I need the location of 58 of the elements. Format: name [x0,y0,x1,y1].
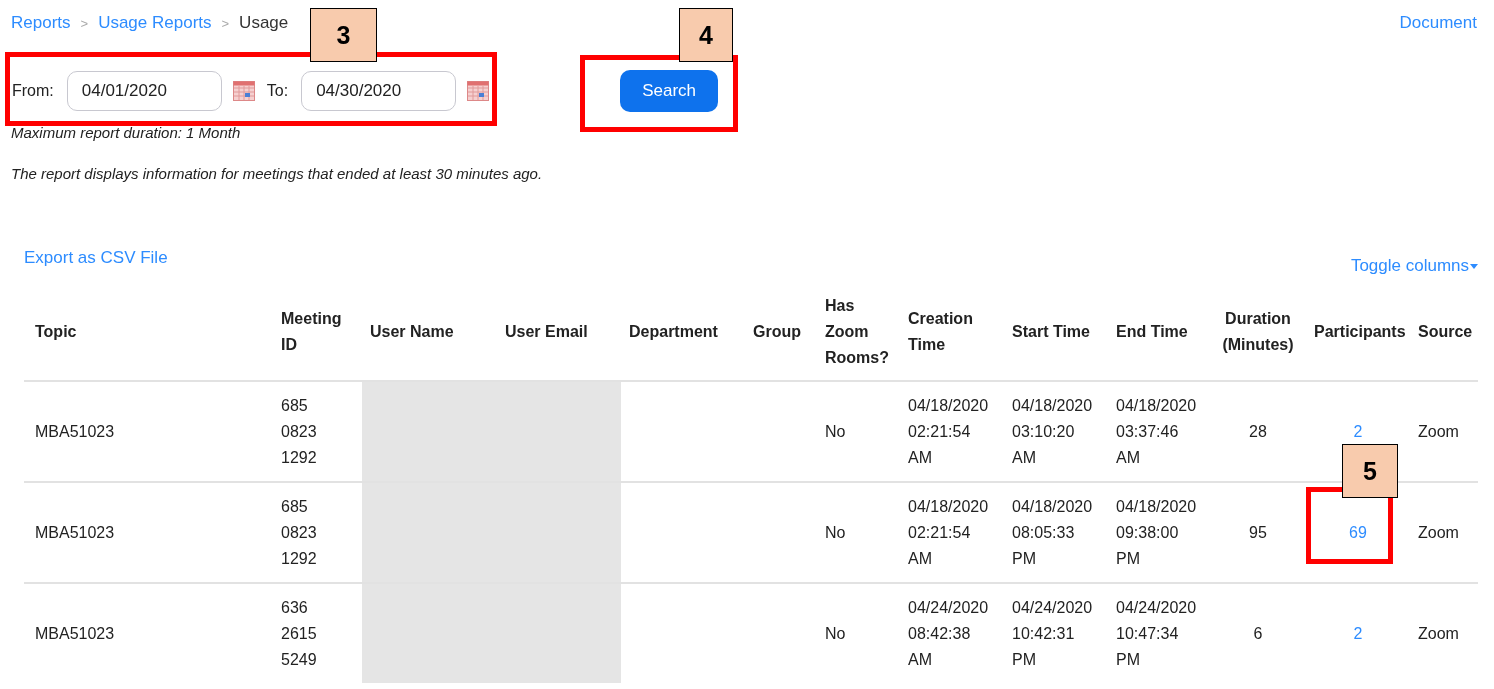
breadcrumb-link[interactable]: Usage Reports [98,13,212,33]
column-header: Has Zoom Rooms? [817,284,900,381]
document-link[interactable]: Document [1399,13,1477,33]
table-cell: 04/18/2020 03:10:20 AM [1004,381,1108,482]
breadcrumb-current: Usage [239,13,289,33]
from-date-field[interactable]: 04/01/2020 [66,71,222,111]
table-cell: No [817,381,900,482]
column-header: Group [745,284,817,381]
to-date-field[interactable]: 04/30/2020 [301,71,457,111]
table-cell: 04/18/2020 08:05:33 PM [1004,482,1108,583]
table-cell: No [817,583,900,683]
table-cell: No [817,482,900,583]
participants-link[interactable]: 69 [1349,523,1367,541]
table-cell: 04/18/2020 09:38:00 PM [1108,482,1210,583]
info-note: The report displays information for meetings that ended at least 30 minutes ago. [10,165,544,182]
table-cell: 6 [1210,583,1306,683]
step-callout: 4 [679,8,733,62]
column-header: Creation Time [900,284,1004,381]
column-header: Topic [24,284,273,381]
table-cell: 04/18/2020 02:21:54 AM [900,482,1004,583]
breadcrumb-link[interactable]: Reports [11,13,71,33]
table-cell: 04/24/2020 08:42:38 AM [900,583,1004,683]
breadcrumb-separator: > [221,15,230,31]
table-cell: 95 [1210,482,1306,583]
column-header: User Name [362,284,497,381]
breadcrumb-separator: > [80,15,89,31]
table-cell: Zoom [1410,583,1478,683]
column-header: Start Time [1004,284,1108,381]
step-callout: 5 [1342,444,1398,498]
step-callout: 3 [310,8,377,62]
toggle-columns-link[interactable]: Toggle columns [1350,256,1478,276]
column-header: Participants [1306,284,1410,381]
to-label: To: [266,82,289,100]
column-header: End Time [1108,284,1210,381]
participants-link[interactable]: 2 [1353,624,1363,642]
table-cell: MBA51023 [24,381,273,482]
calendar-icon[interactable] [232,81,255,101]
search-button[interactable]: Search [620,70,719,112]
table-cell: 04/18/2020 03:37:46 AM [1108,381,1210,482]
table-cell: MBA51023 [24,482,273,583]
table-cell: Zoom [1410,482,1478,583]
column-header: Source [1410,284,1478,381]
table-cell: 04/24/2020 10:42:31 PM [1004,583,1108,683]
table-cell: 04/18/2020 02:21:54 AM [900,381,1004,482]
caret-icon [1470,263,1478,269]
column-header: Duration (Minutes) [1210,284,1306,381]
calendar-icon[interactable] [467,81,490,101]
from-label: From: [12,82,54,100]
column-header: Department [621,284,745,381]
table-cell: 04/24/2020 10:47:34 PM [1108,583,1210,683]
export-csv-link[interactable]: Export as CSV File [24,248,168,276]
column-header: User Email [497,284,621,381]
participants-link[interactable]: 2 [1353,422,1363,440]
column-header: Meeting ID [273,284,362,381]
table-cell: MBA51023 [24,583,273,683]
table-cell: Zoom [1410,381,1478,482]
table-cell: 28 [1210,381,1306,482]
info-note: Maximum report duration: 1 Month [10,124,242,141]
